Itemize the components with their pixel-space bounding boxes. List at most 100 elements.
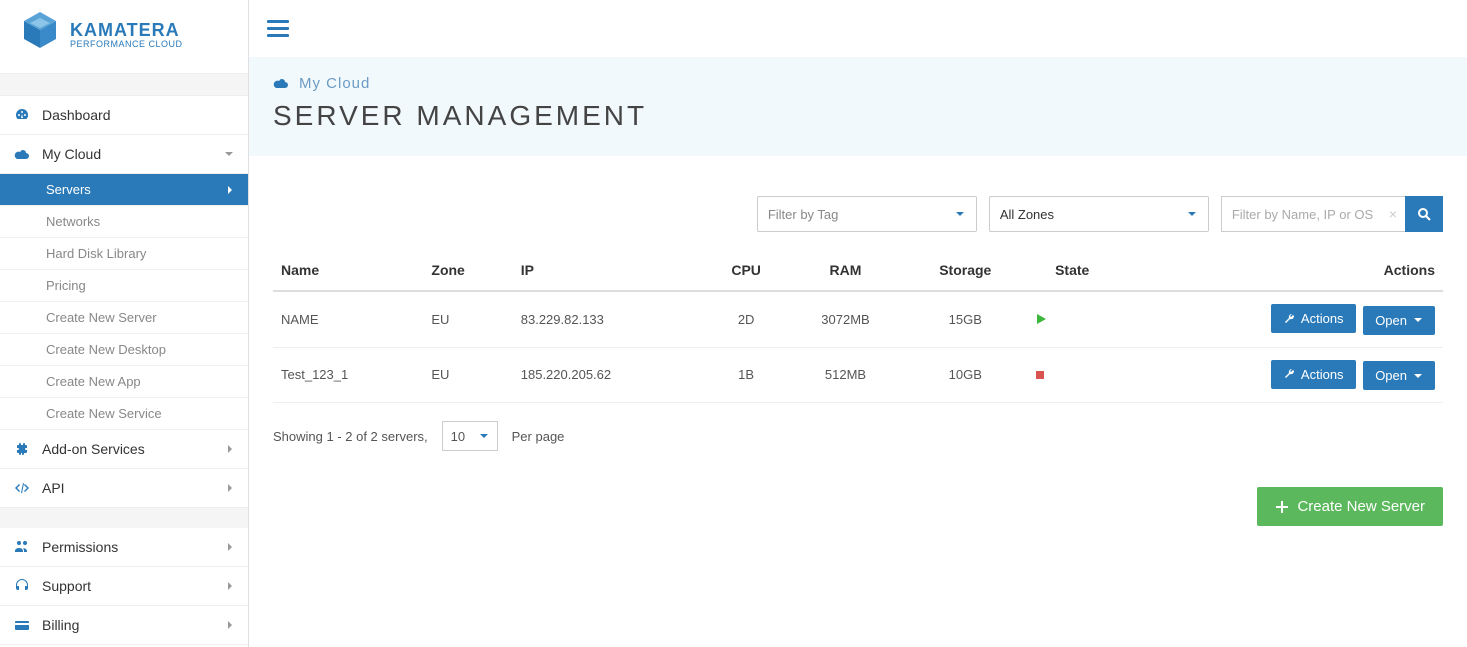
nav-label: Servers: [46, 182, 91, 197]
search-icon: [1416, 206, 1432, 222]
nav-label: Add-on Services: [42, 441, 145, 457]
col-name[interactable]: Name: [273, 250, 423, 291]
sidebar-item-permissions[interactable]: Permissions: [0, 528, 248, 567]
play-icon: [1035, 313, 1110, 325]
nav-label: Permissions: [42, 539, 118, 555]
chevron-down-icon: [1186, 208, 1198, 220]
stop-icon: [1035, 370, 1110, 380]
per-page-label: Per page: [512, 429, 565, 444]
search-button[interactable]: [1405, 196, 1443, 232]
brand-tagline: PERFORMANCE CLOUD: [70, 39, 183, 49]
sidebar-sub-hdd-library[interactable]: Hard Disk Library: [0, 238, 248, 270]
nav-label: Hard Disk Library: [46, 246, 146, 261]
cell-state: [1027, 291, 1118, 347]
code-icon: [14, 480, 32, 496]
open-button[interactable]: Open: [1363, 361, 1435, 390]
sidebar-item-support[interactable]: Support: [0, 567, 248, 606]
pagination: Showing 1 - 2 of 2 servers, 10 Per page: [273, 421, 1443, 451]
nav-label: Create New Service: [46, 406, 162, 421]
col-zone[interactable]: Zone: [423, 250, 512, 291]
open-button[interactable]: Open: [1363, 306, 1435, 335]
filter-tag-placeholder: Filter by Tag: [768, 207, 839, 222]
nav-label: API: [42, 480, 65, 496]
chevron-right-icon: [226, 185, 234, 195]
topbar: [249, 0, 1467, 57]
search-input[interactable]: [1221, 196, 1411, 232]
sidebar-sub-servers[interactable]: Servers: [0, 174, 248, 206]
headset-icon: [14, 578, 32, 594]
sidebar-sub-create-app[interactable]: Create New App: [0, 366, 248, 398]
nav-label: Dashboard: [42, 107, 111, 123]
sidebar-sub-networks[interactable]: Networks: [0, 206, 248, 238]
breadcrumb-text: My Cloud: [299, 75, 370, 92]
chevron-down-icon: [954, 208, 966, 220]
nav-label: Create New Desktop: [46, 342, 166, 357]
plus-icon: [1275, 500, 1289, 514]
table-row: Test_123_1 EU 185.220.205.62 1B 512MB 10…: [273, 347, 1443, 403]
cell-zone: EU: [423, 347, 512, 403]
logo[interactable]: KAMATERA PERFORMANCE CLOUD: [20, 10, 228, 58]
breadcrumb: My Cloud: [273, 75, 1443, 92]
wrench-icon: [1283, 313, 1295, 325]
sidebar-item-mycloud[interactable]: My Cloud: [0, 135, 248, 174]
menu-toggle-icon[interactable]: [267, 20, 1449, 37]
nav-label: My Cloud: [42, 146, 101, 162]
footer-actions: Create New Server: [273, 487, 1443, 526]
cell-storage: 10GB: [904, 347, 1027, 403]
servers-table: Name Zone IP CPU RAM Storage State Actio…: [273, 250, 1443, 403]
cell-ram: 512MB: [787, 347, 903, 403]
sidebar-sub-pricing[interactable]: Pricing: [0, 270, 248, 302]
cell-state: [1027, 347, 1118, 403]
filter-tag-select[interactable]: Filter by Tag: [757, 196, 977, 232]
cloud-icon: [14, 146, 32, 162]
logo-area: KAMATERA PERFORMANCE CLOUD: [0, 0, 248, 74]
page-size-value: 10: [451, 429, 465, 444]
page-title: SERVER MANAGEMENT: [273, 100, 1443, 132]
sidebar-sub-create-service[interactable]: Create New Service: [0, 398, 248, 430]
cell-cpu: 1B: [705, 347, 787, 403]
sidebar: KAMATERA PERFORMANCE CLOUD Dashboard My …: [0, 0, 249, 647]
chevron-right-icon: [226, 483, 234, 493]
content: Filter by Tag All Zones ×: [249, 156, 1467, 546]
search-wrap: ×: [1221, 196, 1443, 232]
col-ram[interactable]: RAM: [787, 250, 903, 291]
filter-zone-select[interactable]: All Zones: [989, 196, 1209, 232]
col-ip[interactable]: IP: [513, 250, 705, 291]
btn-label: Actions: [1301, 367, 1344, 382]
col-cpu[interactable]: CPU: [705, 250, 787, 291]
nav-label: Pricing: [46, 278, 86, 293]
cell-ip: 185.220.205.62: [513, 347, 705, 403]
nav-label: Create New Server: [46, 310, 157, 325]
table-row: NAME EU 83.229.82.133 2D 3072MB 15GB: [273, 291, 1443, 347]
col-state[interactable]: State: [1027, 250, 1118, 291]
sidebar-item-api[interactable]: API: [0, 469, 248, 508]
cell-name: NAME: [273, 291, 423, 347]
clear-icon[interactable]: ×: [1389, 206, 1397, 222]
cell-storage: 15GB: [904, 291, 1027, 347]
main: My Cloud SERVER MANAGEMENT Filter by Tag…: [249, 0, 1467, 647]
btn-label: Open: [1375, 368, 1407, 383]
wrench-icon: [1283, 368, 1295, 380]
chevron-down-icon: [224, 149, 234, 159]
cell-actions: Actions Open: [1118, 291, 1443, 347]
nav-label: Networks: [46, 214, 100, 229]
chevron-down-icon: [479, 431, 489, 441]
btn-label: Actions: [1301, 311, 1344, 326]
actions-button[interactable]: Actions: [1271, 304, 1356, 333]
sidebar-sub-create-desktop[interactable]: Create New Desktop: [0, 334, 248, 366]
actions-button[interactable]: Actions: [1271, 360, 1356, 389]
sidebar-item-dashboard[interactable]: Dashboard: [0, 96, 248, 135]
col-storage[interactable]: Storage: [904, 250, 1027, 291]
cell-actions: Actions Open: [1118, 347, 1443, 403]
page-size-select[interactable]: 10: [442, 421, 498, 451]
cell-name: Test_123_1: [273, 347, 423, 403]
chevron-right-icon: [226, 444, 234, 454]
chevron-right-icon: [226, 620, 234, 630]
create-server-button[interactable]: Create New Server: [1257, 487, 1443, 526]
btn-label: Create New Server: [1297, 498, 1425, 515]
sidebar-item-billing[interactable]: Billing: [0, 606, 248, 645]
sidebar-item-addons[interactable]: Add-on Services: [0, 430, 248, 469]
nav-label: Create New App: [46, 374, 141, 389]
cell-ip: 83.229.82.133: [513, 291, 705, 347]
sidebar-sub-create-server[interactable]: Create New Server: [0, 302, 248, 334]
